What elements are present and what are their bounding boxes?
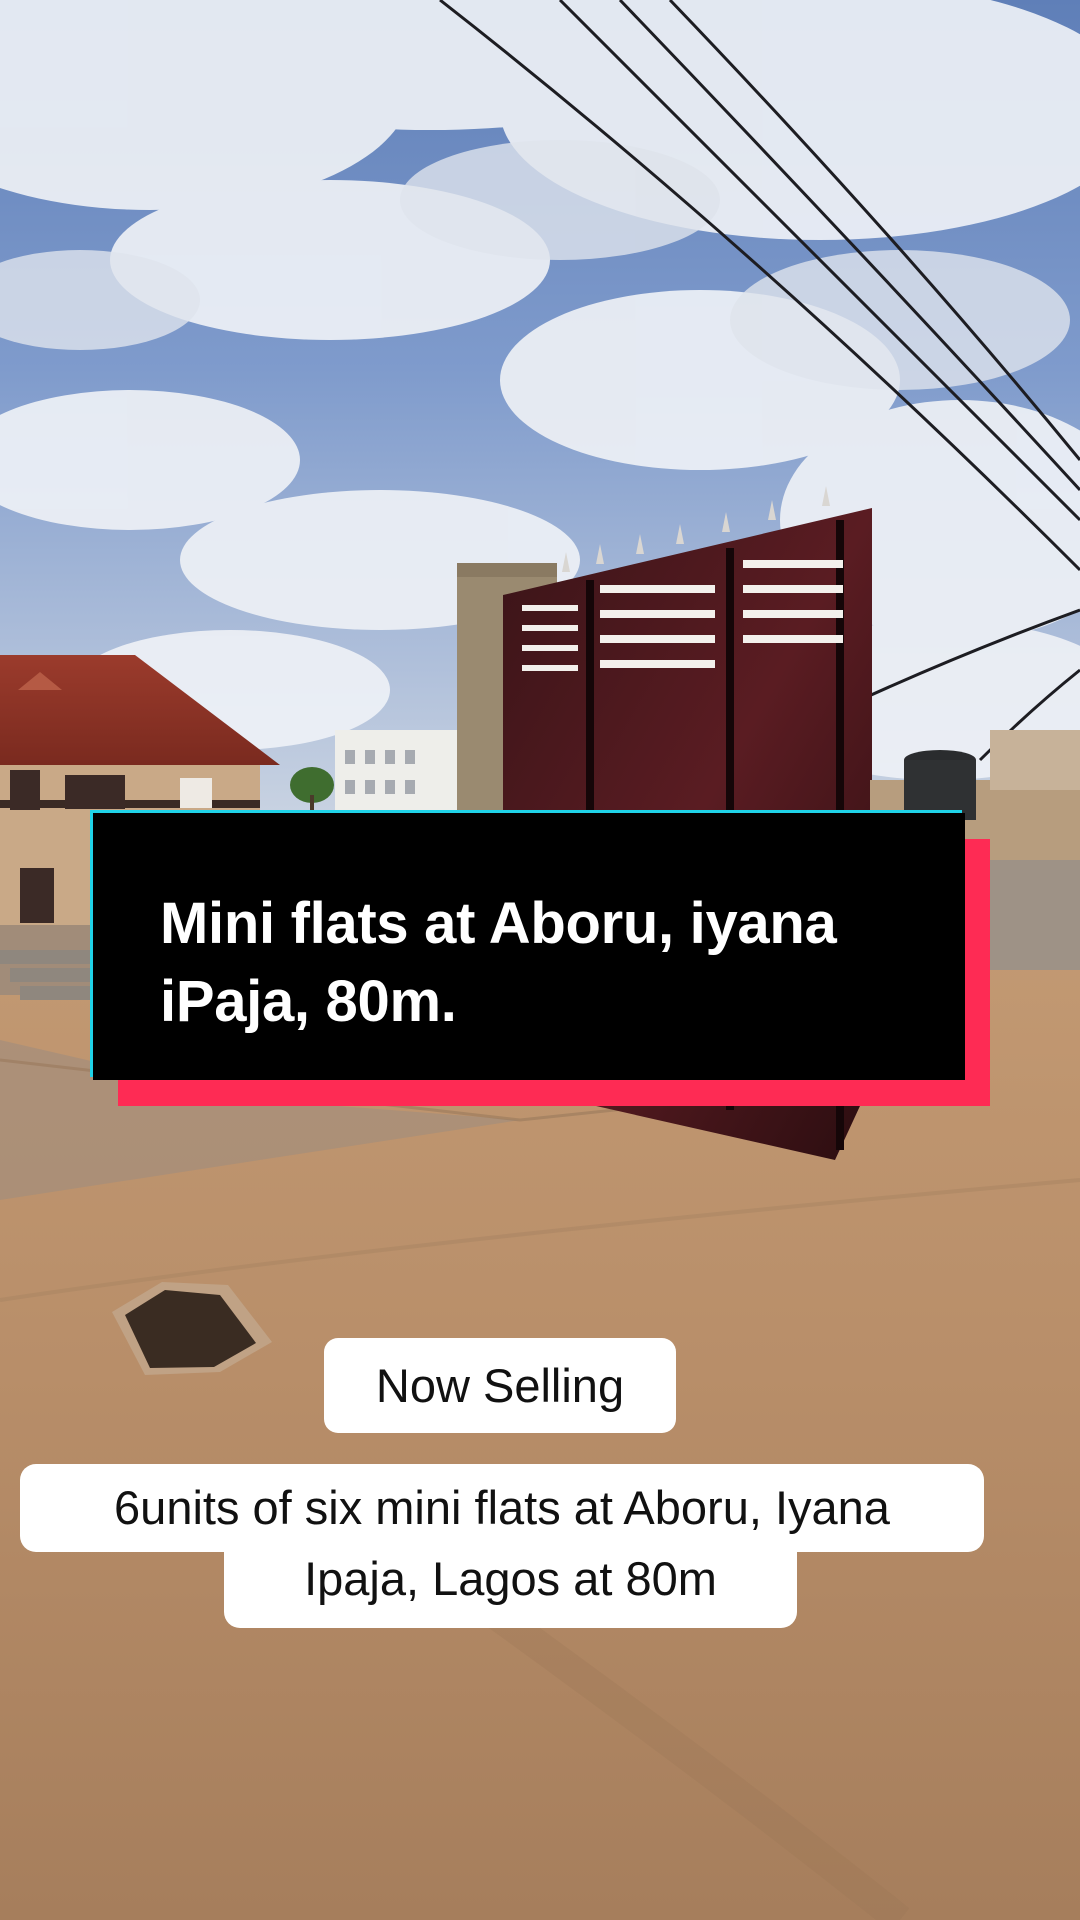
status-caption: Now Selling: [324, 1338, 676, 1433]
description-caption-line1: 6units of six mini flats at Aboru, Iyana: [20, 1464, 984, 1552]
title-card-panel: Mini flats at Aboru, iyana iPaja, 80m.: [93, 813, 965, 1080]
description-caption: Ipaja, Lagos at 80m 6units of six mini f…: [20, 1464, 984, 1628]
title-text: Mini flats at Aboru, iyana iPaja, 80m.: [160, 891, 837, 1034]
title-card: Mini flats at Aboru, iyana iPaja, 80m.: [90, 810, 990, 1106]
description-caption-line2: Ipaja, Lagos at 80m: [224, 1540, 797, 1628]
